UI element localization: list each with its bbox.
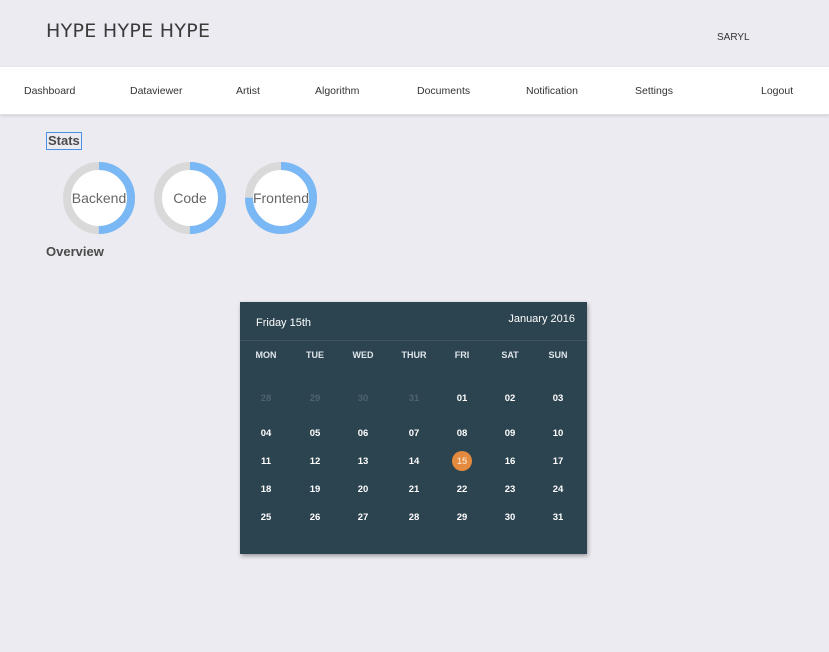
calendar-day[interactable]: 30 [352, 388, 374, 408]
calendar-day[interactable]: 09 [499, 423, 521, 443]
calendar-day[interactable]: 11 [255, 451, 277, 471]
donut-frontend: Frontend [244, 161, 318, 235]
nav-item-dashboard[interactable]: Dashboard [24, 85, 75, 97]
calendar-day[interactable]: 12 [304, 451, 326, 471]
app-title: HYPE HYPE HYPE [46, 20, 211, 42]
calendar-widget: Friday 15th January 2016 MON TUE WED THUR FR… [240, 302, 587, 554]
donut-backend: Backend [62, 161, 136, 235]
donut-label: Backend [71, 190, 127, 206]
calendar-day[interactable]: 03 [547, 388, 569, 408]
calendar-day[interactable]: 10 [547, 423, 569, 443]
stats-title: Stats [46, 132, 82, 150]
calendar-day[interactable]: 29 [451, 507, 473, 527]
nav-item-logout[interactable]: Logout [761, 85, 793, 97]
calendar-day[interactable]: 25 [255, 507, 277, 527]
calendar-month-label[interactable]: January 2016 [508, 313, 575, 325]
calendar-day[interactable]: 30 [499, 507, 521, 527]
calendar-day[interactable]: 07 [403, 423, 425, 443]
calendar-day[interactable]: 13 [352, 451, 374, 471]
calendar-day[interactable]: 02 [499, 388, 521, 408]
calendar-day[interactable]: 08 [451, 423, 473, 443]
calendar-weekday-header: THUR [401, 350, 427, 360]
calendar-day[interactable]: 23 [499, 479, 521, 499]
calendar-day[interactable]: 21 [403, 479, 425, 499]
calendar-day[interactable]: 16 [499, 451, 521, 471]
nav-item-dataviewer[interactable]: Dataviewer [130, 85, 183, 97]
calendar-weekday-header: SAT [501, 350, 519, 360]
donut-label: Code [173, 190, 207, 206]
calendar-day[interactable]: 31 [547, 507, 569, 527]
calendar-selected-date: Friday 15th [256, 317, 312, 329]
nav-item-notification[interactable]: Notification [526, 85, 578, 97]
nav-item-artist[interactable]: Artist [236, 85, 260, 97]
calendar-weekday-header: SUN [548, 350, 568, 360]
calendar-divider [240, 340, 587, 341]
calendar-weekday-header: FRI [454, 350, 470, 360]
nav-item-documents[interactable]: Documents [417, 85, 470, 97]
donut-code: Code [153, 161, 227, 235]
calendar-day[interactable]: 29 [304, 388, 326, 408]
calendar-day[interactable]: 01 [451, 388, 473, 408]
calendar-day[interactable]: 14 [403, 451, 425, 471]
calendar-weekday-header: WED [352, 350, 374, 360]
donut-label: Frontend [252, 190, 310, 206]
calendar-day[interactable]: 28 [403, 507, 425, 527]
nav-item-algorithm[interactable]: Algorithm [315, 85, 359, 97]
overview-title: Overview [46, 244, 104, 259]
calendar-day[interactable]: 20 [352, 479, 374, 499]
calendar-day[interactable]: 19 [304, 479, 326, 499]
calendar-day[interactable]: 05 [304, 423, 326, 443]
calendar-day[interactable]: 06 [352, 423, 374, 443]
calendar-day[interactable]: 27 [352, 507, 374, 527]
nav-item-settings[interactable]: Settings [635, 85, 673, 97]
calendar-day[interactable]: 04 [255, 423, 277, 443]
calendar-day[interactable]: 28 [255, 388, 277, 408]
calendar-weekday-header: MON [255, 350, 277, 360]
header: HYPE HYPE HYPE SARYL [0, 0, 829, 67]
calendar-day[interactable]: 26 [304, 507, 326, 527]
calendar-day[interactable]: 18 [255, 479, 277, 499]
calendar-weekday-header: TUE [306, 350, 324, 360]
calendar-day[interactable]: 17 [547, 451, 569, 471]
calendar-day[interactable]: 24 [547, 479, 569, 499]
user-name[interactable]: SARYL [717, 32, 750, 43]
calendar-day[interactable]: 31 [403, 388, 425, 408]
calendar-day-selected[interactable]: 15 [452, 451, 472, 471]
calendar-day[interactable]: 22 [451, 479, 473, 499]
nav-bar: Dashboard Dataviewer Artist Algorithm Do… [0, 67, 829, 115]
